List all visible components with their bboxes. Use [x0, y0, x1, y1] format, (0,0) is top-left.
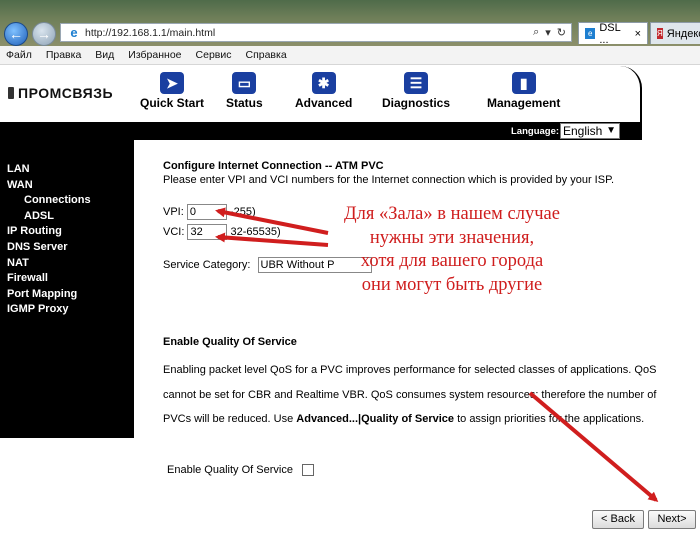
url-text[interactable]: http://192.168.1.1/main.html	[85, 27, 533, 39]
vpi-input[interactable]: 0	[186, 204, 227, 220]
menu-view[interactable]: Вид	[95, 49, 114, 61]
tab-label: Status	[226, 96, 263, 110]
annotation-line: хотя для вашего города	[360, 251, 544, 271]
tab-label: Diagnostics	[382, 96, 451, 110]
menu-help[interactable]: Справка	[245, 49, 286, 61]
tab-favicon-icon: Я	[657, 28, 663, 39]
qos-checkbox-row: Enable Quality Of Service	[167, 464, 315, 477]
sidebar-item-dns-server[interactable]: DNS Server	[0, 240, 134, 256]
tab-dsl[interactable]: e DSL ... ×	[578, 21, 648, 46]
sidebar-item-port-mapping[interactable]: Port Mapping	[0, 287, 134, 303]
sidebar: LAN WAN Connections ADSL IP Routing DNS …	[0, 140, 134, 438]
vci-row: VCI: 32 32-65535)	[163, 224, 281, 240]
tab-status[interactable]: ▭ Status	[226, 72, 263, 110]
sidebar-item-firewall[interactable]: Firewall	[0, 271, 134, 287]
tab-management[interactable]: ▮ Management	[487, 72, 560, 110]
menu-file[interactable]: Файл	[6, 49, 32, 61]
tab-label: DSL ...	[599, 21, 621, 46]
tab-yandex[interactable]: Я Яндекс	[650, 22, 700, 44]
menu-edit[interactable]: Правка	[46, 49, 81, 61]
advanced-icon: ✱	[311, 72, 336, 94]
browser-menubar: Файл Правка Вид Избранное Сервис Справка	[0, 46, 700, 65]
sidebar-item-adsl[interactable]: ADSL	[0, 209, 134, 225]
annotation-line: они могут быть другие	[361, 274, 543, 295]
browser-forward-button[interactable]: →	[32, 22, 56, 46]
tab-label: Management	[487, 96, 561, 110]
router-header: ПРОМСВЯЗЬ ➤ Quick Start ▭ Status ✱ Advan…	[0, 66, 642, 122]
sidebar-item-wan[interactable]: WAN	[0, 178, 134, 194]
sidebar-item-lan[interactable]: LAN	[0, 162, 134, 178]
tab-label: Яндекс	[666, 27, 700, 40]
tab-diagnostics[interactable]: ☰ Diagnostics	[382, 72, 450, 110]
qos-description: Enabling packet level QoS for a PVC impr…	[163, 358, 663, 432]
annotation-line: Для «Зала» в нашем случае	[344, 204, 560, 224]
brand-logo: ПРОМСВЯЗЬ	[8, 85, 113, 101]
tab-advanced[interactable]: ✱ Advanced	[295, 72, 352, 110]
language-value: English	[563, 124, 603, 138]
sidebar-item-nat[interactable]: NAT	[0, 256, 134, 272]
vci-input[interactable]: 32	[187, 224, 228, 240]
quick-start-icon: ➤	[160, 72, 185, 94]
vci-label: VCI:	[163, 225, 185, 238]
browser-back-button[interactable]: ←	[4, 22, 28, 46]
vpi-range: -255)	[229, 205, 256, 218]
search-icon[interactable]: ⌕	[533, 26, 539, 39]
ie-icon: e	[70, 24, 78, 40]
logo-text: ПРОМСВЯЗЬ	[18, 85, 114, 101]
status-icon: ▭	[232, 72, 257, 94]
refresh-icon[interactable]: ↻	[557, 26, 566, 39]
page-description: Please enter VPI and VCI numbers for the…	[163, 174, 615, 186]
tab-label: Quick Start	[140, 96, 205, 110]
logo-mark-icon	[8, 87, 14, 99]
header-curve	[600, 66, 642, 122]
back-button[interactable]: < Back	[592, 510, 644, 529]
qos-checkbox[interactable]	[302, 464, 315, 477]
annotation-line: нужны эти значения,	[369, 227, 535, 248]
chevron-down-icon: ▼	[606, 125, 616, 136]
service-category-label: Service Category:	[163, 258, 251, 271]
qos-text-part-2: to assign priorities for the application…	[454, 413, 645, 425]
dropdown-icon[interactable]: ▾	[545, 26, 551, 39]
tab-label: Advanced	[295, 96, 353, 110]
language-select[interactable]: English ▼	[560, 123, 620, 139]
qos-checkbox-label: Enable Quality Of Service	[167, 464, 293, 476]
sidebar-item-ip-routing[interactable]: IP Routing	[0, 224, 134, 240]
vpi-row: VPI: 0 -255)	[163, 204, 256, 220]
menu-tools[interactable]: Сервис	[196, 49, 232, 61]
close-icon[interactable]: ×	[635, 28, 641, 40]
diagnostics-icon: ☰	[404, 72, 428, 94]
management-icon: ▮	[511, 72, 536, 94]
sidebar-item-connections[interactable]: Connections	[0, 193, 134, 209]
sidebar-item-igmp-proxy[interactable]: IGMP Proxy	[0, 302, 134, 318]
next-button[interactable]: Next>	[648, 510, 696, 529]
qos-title: Enable Quality Of Service	[163, 336, 297, 348]
vci-range: 32-65535)	[230, 225, 281, 238]
language-label: Language:	[511, 126, 560, 137]
qos-settings-link: Advanced...|Quality of Service	[296, 413, 455, 425]
vpi-label: VPI:	[163, 205, 184, 218]
page-title: Configure Internet Connection -- ATM PVC	[163, 160, 384, 172]
menu-favorites[interactable]: Избранное	[128, 49, 181, 61]
tab-favicon-icon: e	[585, 28, 596, 39]
annotation-text: Для «Зала» в нашем случае нужны эти знач…	[317, 203, 587, 297]
address-bar[interactable]: e http://192.168.1.1/main.html ⌕ ▾ ↻	[60, 23, 572, 42]
tab-quick-start[interactable]: ➤ Quick Start	[140, 72, 204, 110]
